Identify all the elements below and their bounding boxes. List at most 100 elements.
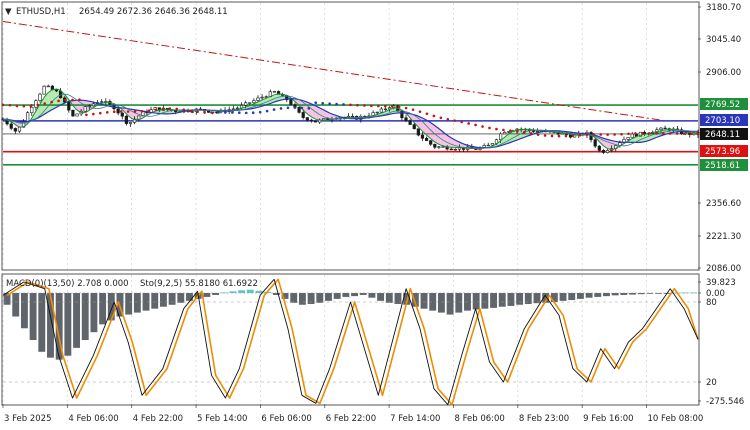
- macd-bar: [550, 293, 558, 303]
- sar-dot: [272, 108, 276, 111]
- sar-dot: [328, 102, 331, 105]
- sar-dot: [265, 109, 269, 113]
- macd-bar: [168, 293, 176, 305]
- macd-bar: [342, 293, 350, 297]
- candle-body: [429, 140, 433, 145]
- sar-dot: [279, 107, 283, 110]
- sar-dot: [112, 110, 116, 113]
- candle-body: [128, 122, 133, 124]
- macd-bar: [603, 293, 610, 297]
- sar-dot: [133, 110, 137, 113]
- sar-dot: [495, 127, 498, 131]
- candle-body: [663, 127, 667, 130]
- candle-body: [26, 112, 30, 122]
- sar-dot: [238, 111, 241, 114]
- sar-dot: [293, 106, 297, 109]
- sar-dot: [161, 107, 165, 111]
- macd-bar: [455, 293, 463, 313]
- sar-dot: [509, 129, 512, 132]
- sar-dot: [196, 110, 199, 114]
- candle-body: [207, 110, 211, 113]
- sar-dot: [64, 98, 67, 102]
- sar-dot: [22, 104, 26, 108]
- price-tag-label: 2648.11: [705, 130, 740, 140]
- macd-bar: [125, 293, 133, 315]
- candle-body: [309, 119, 314, 122]
- candle-body: [568, 134, 573, 138]
- sar-dot: [99, 111, 102, 115]
- macd-bar: [333, 293, 341, 299]
- macd-header: MACD(0)(13,50) 2.708 0.000: [6, 279, 129, 289]
- sar-dot: [432, 114, 436, 118]
- macd-bar: [524, 293, 532, 304]
- sar-dot: [71, 98, 74, 102]
- sar-dot: [363, 104, 366, 107]
- candle-body: [75, 113, 79, 117]
- sar-dot: [244, 111, 248, 115]
- sar-dot: [92, 112, 95, 116]
- sar-dot: [224, 111, 227, 114]
- sar-dot: [613, 133, 616, 136]
- time-tick-label: 8 Feb 23:00: [519, 414, 569, 424]
- candle-body: [433, 143, 437, 148]
- candle-body: [486, 144, 490, 147]
- time-tick-label: 4 Feb 22:00: [133, 414, 183, 424]
- cloud-segment: [607, 139, 612, 150]
- sar-dot: [1, 103, 5, 107]
- macd-histogram: [3, 289, 698, 360]
- sar-dot: [425, 112, 429, 116]
- sar-dot: [446, 117, 450, 121]
- candle-body: [272, 91, 277, 93]
- price-tick-label: 3180.70: [706, 3, 741, 13]
- candle-body: [13, 128, 17, 132]
- candle-body: [124, 115, 128, 124]
- macd-bar: [420, 293, 428, 309]
- sar-dot: [578, 133, 582, 137]
- sar-dot: [377, 104, 380, 108]
- indicator-tick-label: 39.823: [706, 278, 736, 288]
- symbol-label: ETHUSD,H1: [16, 7, 66, 17]
- candle-body: [30, 106, 34, 114]
- candle-body: [420, 134, 425, 139]
- macd-bar: [490, 293, 497, 308]
- candle-body: [387, 107, 392, 110]
- sar-dot: [606, 133, 609, 136]
- macd-bar: [568, 293, 576, 301]
- candle-body: [231, 108, 235, 110]
- macd-bar: [620, 293, 628, 295]
- sar-dot: [286, 106, 290, 110]
- macd-bar: [203, 293, 211, 297]
- sar-dot: [467, 122, 470, 125]
- sar-dot: [15, 104, 19, 108]
- time-tick-label: 9 Feb 16:00: [583, 414, 633, 424]
- sar-dot: [258, 110, 262, 114]
- macd-bar: [20, 293, 28, 329]
- price-tick-label: 2906.00: [706, 68, 741, 78]
- time-tick-label: 6 Feb 06:00: [261, 414, 311, 424]
- candle-body: [305, 117, 309, 121]
- macd-bar: [377, 293, 385, 301]
- macd-bar: [255, 290, 263, 293]
- macd-bar: [351, 293, 358, 297]
- sar-dot: [599, 133, 602, 136]
- candle-body: [453, 148, 457, 151]
- macd-bar: [394, 293, 402, 304]
- sar-dot: [175, 107, 179, 111]
- macd-bar: [585, 293, 593, 298]
- macd-bar: [151, 293, 159, 309]
- sar-dot: [585, 133, 589, 136]
- macd-bar: [307, 293, 315, 304]
- candle-body: [297, 106, 301, 113]
- sar-dot: [634, 132, 637, 135]
- sar-dot: [78, 98, 81, 102]
- macd-bar: [298, 293, 306, 305]
- sar-dot: [189, 109, 192, 113]
- sar-dot: [474, 123, 477, 127]
- macd-bar: [81, 293, 89, 341]
- candle-body: [34, 100, 38, 108]
- symbol-arrow-icon: ▼: [5, 7, 12, 17]
- candle-body: [424, 138, 429, 141]
- macd-bar: [507, 293, 515, 306]
- sar-dot: [300, 106, 304, 110]
- candle-body: [408, 120, 412, 125]
